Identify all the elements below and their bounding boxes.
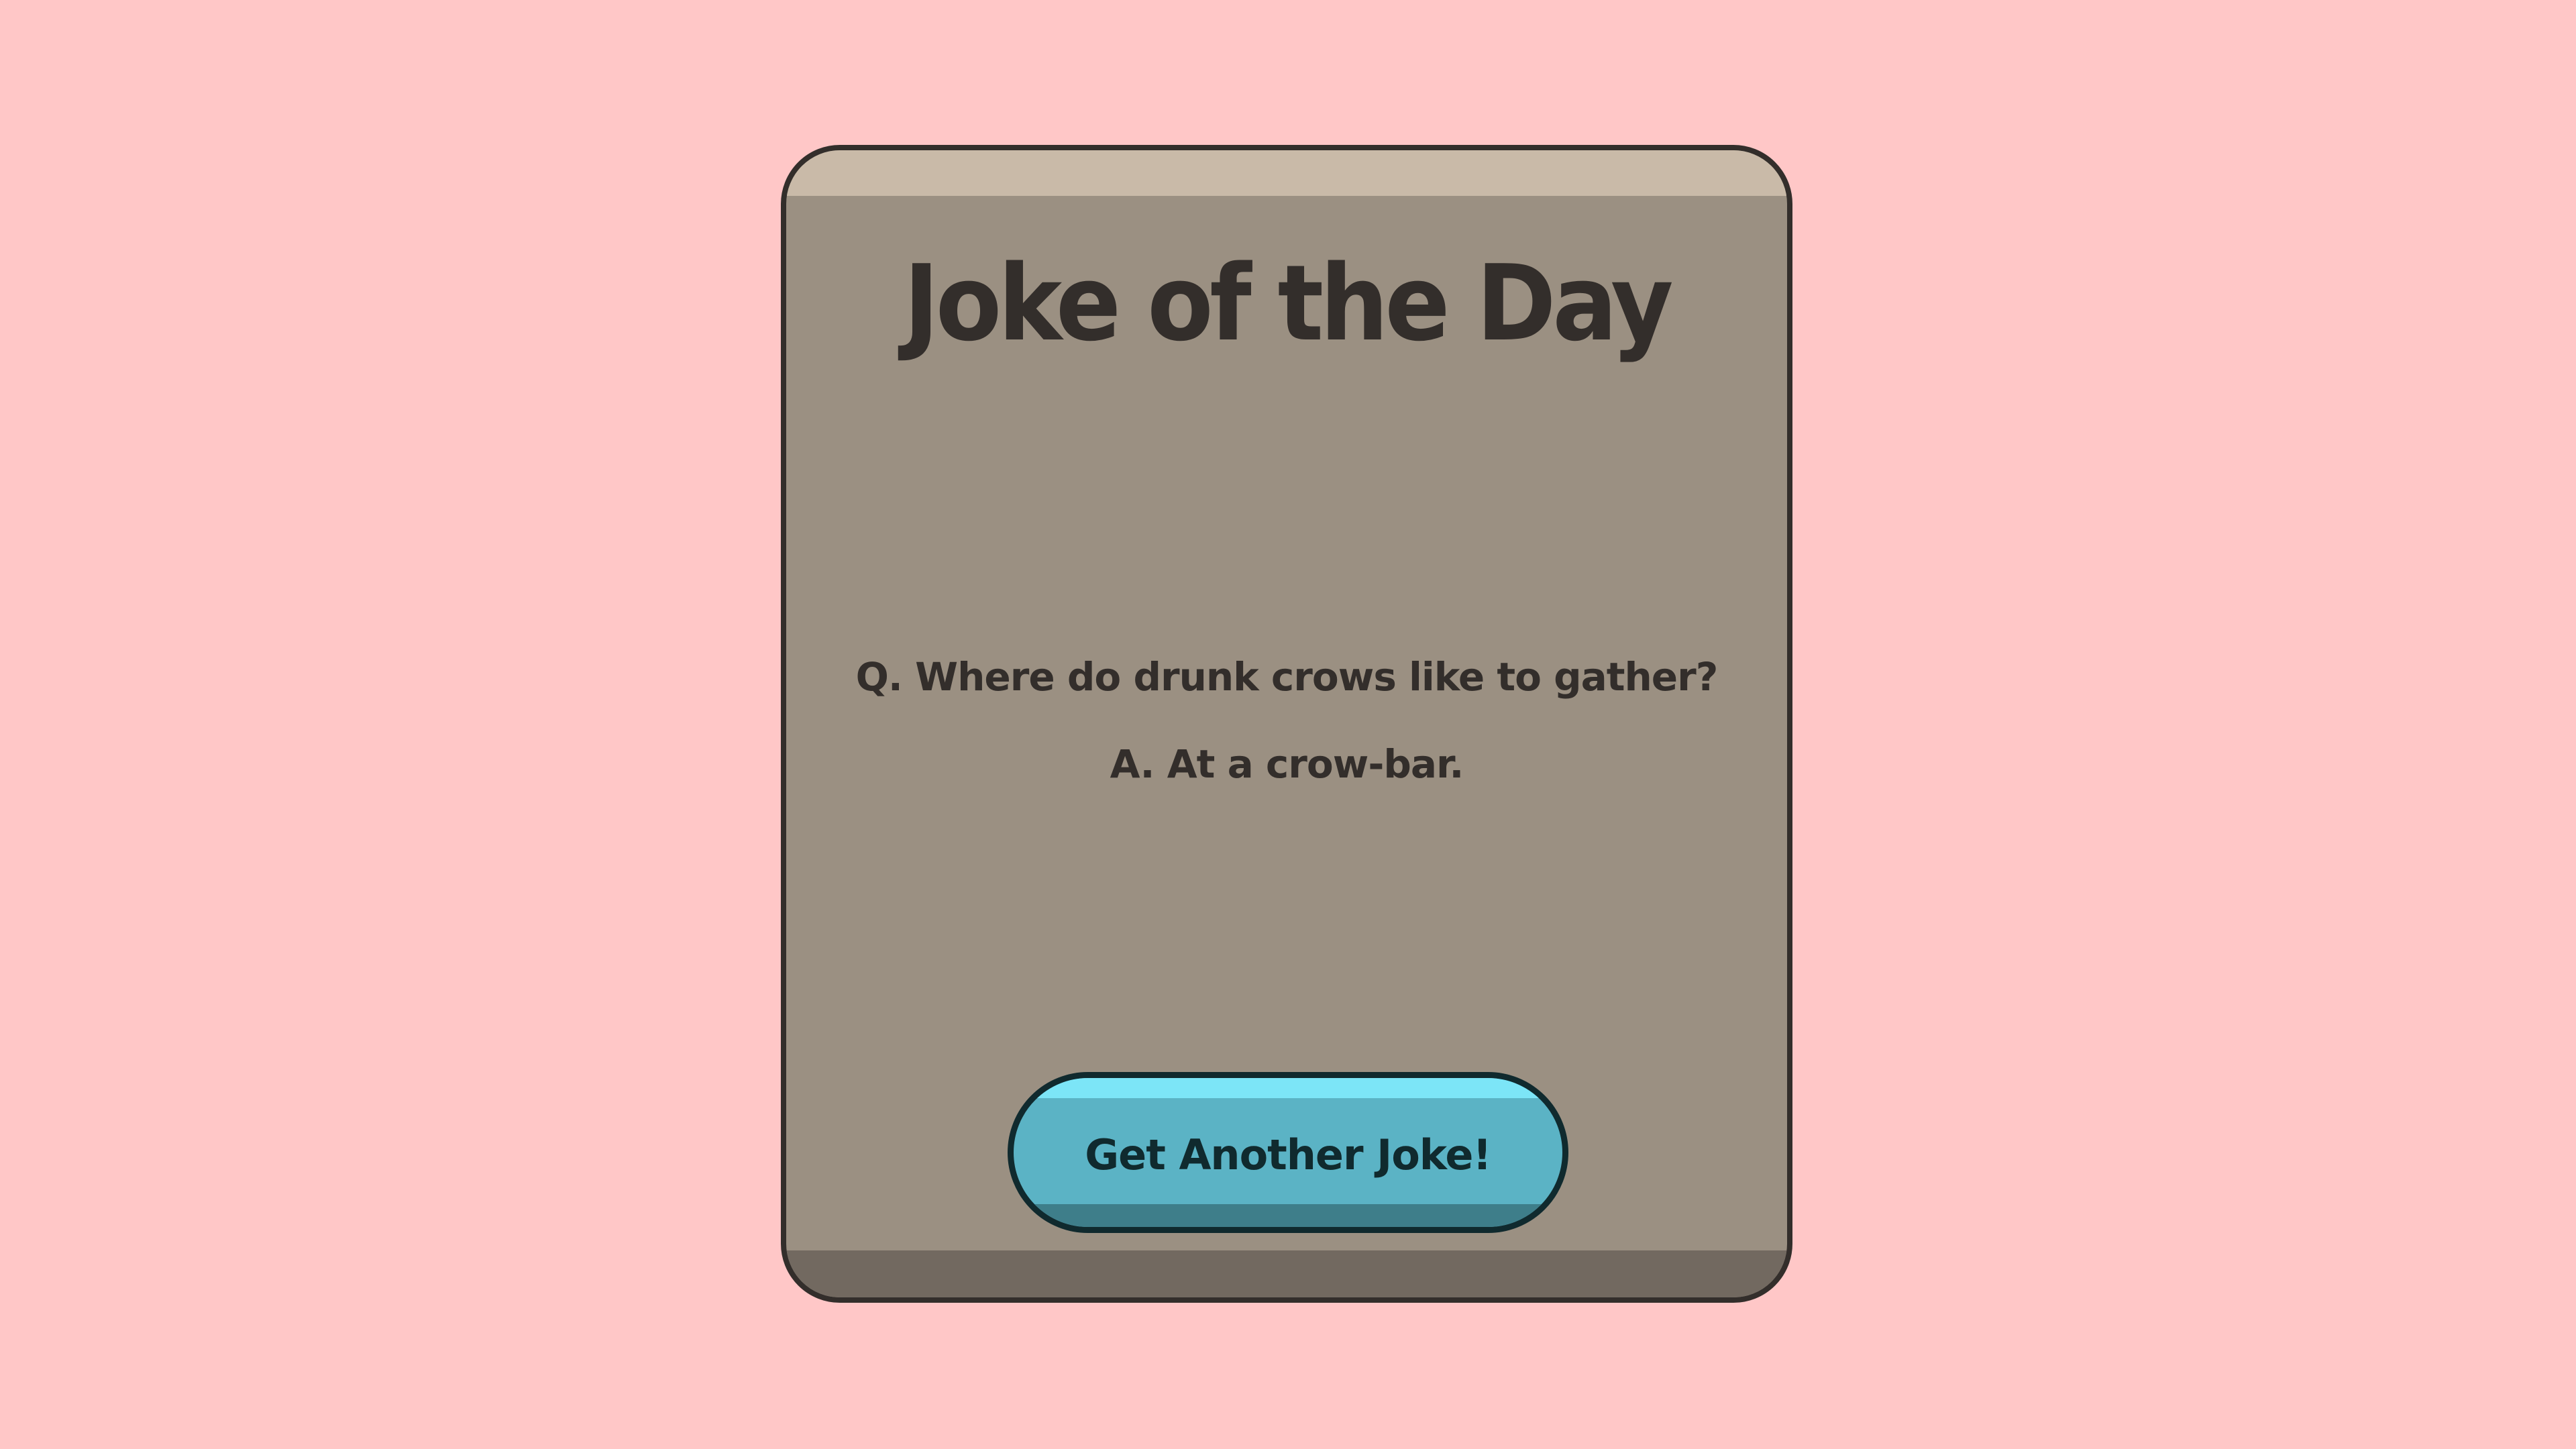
joke-answer: A. At a crow-bar. bbox=[1110, 741, 1464, 787]
get-another-joke-button[interactable]: Get Another Joke! bbox=[1008, 1072, 1568, 1233]
page-title: Joke of the Day bbox=[903, 242, 1674, 364]
button-shadow bbox=[1014, 1204, 1562, 1227]
card-bottom-band bbox=[786, 1250, 1787, 1297]
card-top-band bbox=[786, 150, 1787, 196]
joke-question: Q. Where do drunk crows like to gather? bbox=[855, 654, 1719, 700]
joke-card: Joke of the Day Q. Where do drunk crows … bbox=[781, 145, 1792, 1303]
button-label: Get Another Joke! bbox=[1085, 1130, 1491, 1179]
button-highlight bbox=[1014, 1078, 1562, 1098]
page-background: { "card": { "title": "Joke of the Day", … bbox=[0, 0, 2576, 1449]
